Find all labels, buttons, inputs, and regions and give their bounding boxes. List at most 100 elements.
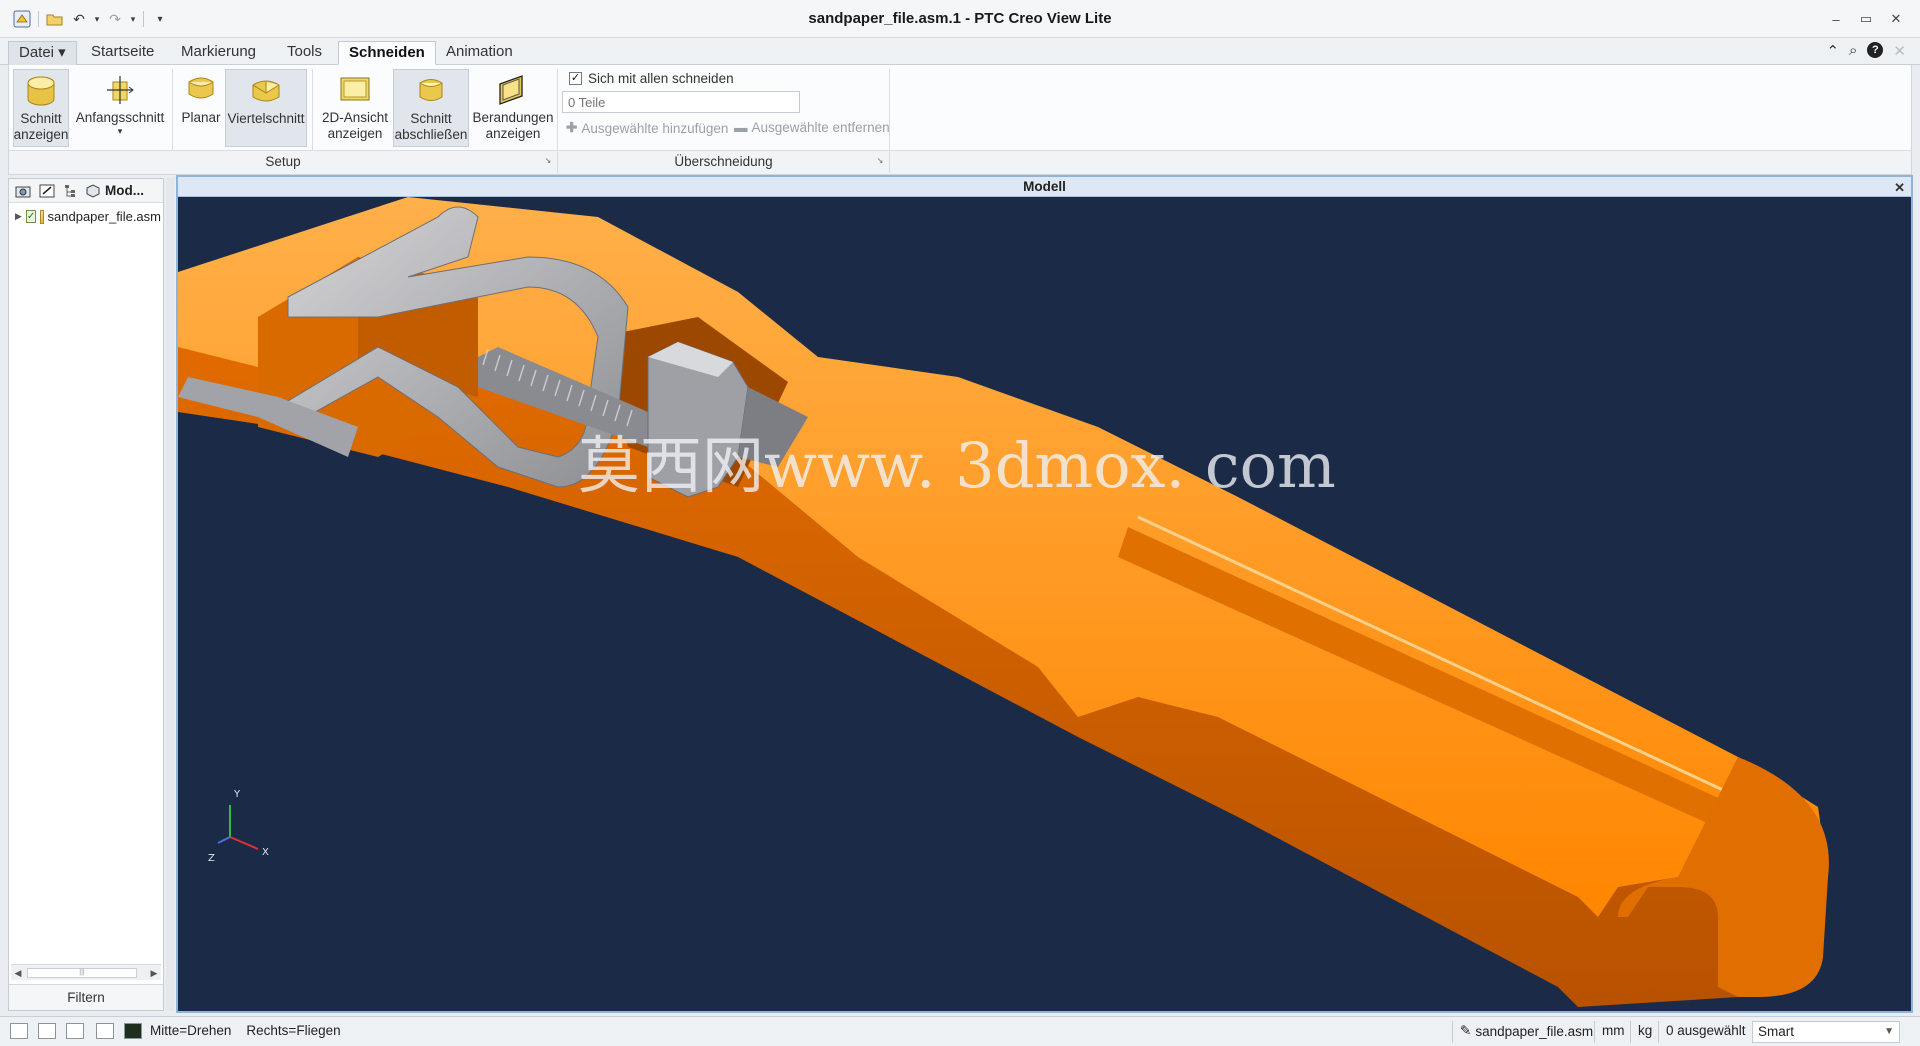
viewport-title: Modell bbox=[1023, 179, 1066, 194]
split-view-icon[interactable] bbox=[38, 1023, 56, 1039]
selection-filter-dropdown[interactable]: Smart ▼ bbox=[1752, 1021, 1900, 1043]
window-title: sandpaper_file.asm.1 - PTC Creo View Lit… bbox=[808, 10, 1112, 27]
3d-scene[interactable]: Y X Z 莫西网www. 3dmox. com bbox=[178, 197, 1911, 1011]
watermark: 莫西网www. 3dmox. com bbox=[578, 429, 1336, 502]
tree-item-root[interactable]: ▶ ✓ sandpaper_file.asm bbox=[15, 209, 161, 224]
chevron-down-icon: ▼ bbox=[1884, 1026, 1894, 1037]
axis-label-z: Z bbox=[208, 853, 215, 864]
quarter-cut-icon bbox=[249, 73, 283, 109]
separator bbox=[1452, 1021, 1453, 1043]
intersect-all-checkbox[interactable]: ✓ bbox=[569, 71, 582, 85]
search-icon[interactable]: ⌕ bbox=[1849, 42, 1857, 60]
show-cut-icon bbox=[24, 73, 58, 109]
tab-file[interactable]: Datei ▾ bbox=[8, 41, 77, 65]
minimize-icon[interactable]: – bbox=[1824, 8, 1848, 30]
close-icon[interactable]: ✕ bbox=[1884, 8, 1908, 30]
remove-selected-button[interactable]: ▬ Ausgewählte entfernen bbox=[734, 120, 890, 135]
viewport-icon[interactable] bbox=[96, 1023, 114, 1039]
show-2d-view-button[interactable]: 2D-Ansicht anzeigen bbox=[317, 69, 393, 147]
markup-icon[interactable] bbox=[37, 182, 57, 200]
tree-item-label: sandpaper_file.asm bbox=[47, 209, 161, 224]
setup-group-label: Setup ↘ bbox=[9, 150, 557, 174]
show-cut-button[interactable]: Schnitt anzeigen bbox=[13, 69, 69, 147]
edit-icon: ✎ bbox=[1460, 1023, 1472, 1038]
visibility-checkbox[interactable]: ✓ bbox=[25, 210, 37, 223]
close-icon[interactable]: ✕ bbox=[1893, 42, 1906, 60]
ribbon: Schnitt anzeigen Anfangsschnitt ▾ Planar… bbox=[8, 65, 1912, 175]
add-selected-button[interactable]: ✚ Ausgewählte hinzufügen bbox=[566, 120, 728, 136]
model-tree-toolbar: Mod... bbox=[9, 179, 163, 203]
help-icon[interactable]: ? bbox=[1867, 42, 1884, 58]
window-controls: – ▭ ✕ bbox=[1824, 8, 1908, 30]
mouse-hint: Mitte=Drehen Rechts=Fliegen bbox=[150, 1023, 341, 1038]
tab-markup[interactable]: Markierung bbox=[171, 41, 266, 65]
tab-tools[interactable]: Tools bbox=[277, 41, 332, 65]
2d-view-icon bbox=[338, 72, 372, 108]
collapse-ribbon-icon[interactable]: ⌃ bbox=[1826, 42, 1839, 60]
parts-input[interactable] bbox=[562, 91, 800, 113]
axis-label-y: Y bbox=[233, 789, 241, 800]
dialog-launcher-icon[interactable]: ↘ bbox=[543, 156, 553, 166]
structure-tree-icon[interactable] bbox=[61, 182, 81, 200]
separator bbox=[1594, 1021, 1595, 1043]
layout-icon[interactable] bbox=[10, 1023, 28, 1039]
status-file: ✎ sandpaper_file.asm bbox=[1460, 1023, 1593, 1039]
model-viewport[interactable]: Modell ✕ Y X Z 莫西网www. 3dmox. com bbox=[176, 175, 1913, 1013]
show-2d-view-label: 2D-Ansicht bbox=[321, 110, 389, 125]
horizontal-split-icon[interactable] bbox=[66, 1023, 84, 1039]
cap-cut-label: Schnitt bbox=[410, 111, 452, 126]
intersection-group-label: Überschneidung ↘ bbox=[558, 150, 889, 174]
viewport-header: Modell ✕ bbox=[178, 177, 1911, 197]
length-unit[interactable]: mm bbox=[1602, 1023, 1625, 1038]
status-file-label: sandpaper_file.asm bbox=[1475, 1023, 1594, 1039]
status-bar: Mitte=Drehen Rechts=Fliegen ✎ sandpaper_… bbox=[0, 1016, 1920, 1046]
model-tree-panel: Mod... ▶ ✓ sandpaper_file.asm ◀ ||| ▶ Fi… bbox=[8, 178, 164, 1011]
add-selected-label: Ausgewählte hinzufügen bbox=[581, 120, 729, 136]
expand-triangle-icon[interactable]: ▶ bbox=[15, 211, 22, 222]
axis-label-x: X bbox=[262, 847, 269, 858]
camera-icon[interactable] bbox=[13, 182, 33, 200]
tab-animation[interactable]: Animation bbox=[436, 41, 523, 65]
scroll-left-icon[interactable]: ◀ bbox=[11, 966, 25, 980]
show-edges-button[interactable]: Berandungen anzeigen bbox=[471, 69, 555, 147]
planar-cut-button[interactable]: Planar bbox=[177, 69, 225, 147]
console-icon[interactable] bbox=[124, 1023, 142, 1039]
model-render: Y X Z 莫西网www. 3dmox. com bbox=[178, 197, 1911, 1011]
ribbon-empty-area bbox=[890, 150, 1911, 174]
quarter-cut-button[interactable]: Viertelschnitt bbox=[225, 69, 307, 147]
remove-selected-label: Ausgewählte entfernen bbox=[751, 120, 890, 135]
intersect-all-label: Sich mit allen schneiden bbox=[588, 70, 734, 86]
tab-home[interactable]: Startseite bbox=[81, 41, 164, 65]
cap-cut-icon bbox=[414, 73, 448, 109]
start-cut-label: Anfangsschnitt bbox=[75, 110, 165, 125]
intersect-all-option[interactable]: ✓ Sich mit allen schneiden bbox=[569, 68, 734, 88]
mass-unit[interactable]: kg bbox=[1638, 1023, 1652, 1038]
quarter-cut-label: Viertelschnitt bbox=[227, 111, 305, 126]
show-cut-label: Schnitt bbox=[20, 111, 62, 126]
close-icon[interactable]: ✕ bbox=[1894, 178, 1905, 197]
selection-filter-value: Smart bbox=[1758, 1024, 1795, 1039]
filter-button[interactable]: Filtern bbox=[9, 984, 163, 1010]
plus-icon: ✚ bbox=[566, 120, 578, 135]
show-2d-view-label-2: anzeigen bbox=[327, 126, 383, 141]
show-edges-label: Berandungen bbox=[472, 110, 554, 125]
panel-splitter[interactable] bbox=[166, 178, 174, 1011]
dialog-launcher-icon[interactable]: ↘ bbox=[875, 156, 885, 166]
start-cut-button[interactable]: Anfangsschnitt ▾ bbox=[73, 69, 167, 147]
horizontal-scrollbar[interactable]: ◀ ||| ▶ bbox=[11, 964, 161, 980]
scroll-thumb[interactable]: ||| bbox=[27, 968, 137, 978]
separator bbox=[1630, 1021, 1631, 1043]
help-controls: ⌃ ⌕ ? ✕ bbox=[1826, 42, 1906, 60]
cap-cut-button[interactable]: Schnitt abschließen bbox=[393, 69, 469, 147]
ribbon-tabs: Datei ▾ Startseite Markierung Tools Schn… bbox=[0, 38, 1920, 65]
cap-cut-label-2: abschließen bbox=[394, 127, 468, 142]
show-edges-icon bbox=[496, 72, 530, 108]
intersection-group-title: Überschneidung bbox=[674, 154, 773, 169]
tab-section[interactable]: Schneiden bbox=[338, 41, 436, 65]
maximize-icon[interactable]: ▭ bbox=[1854, 8, 1878, 30]
start-cut-dropdown-icon[interactable]: ▾ bbox=[118, 126, 123, 136]
scroll-right-icon[interactable]: ▶ bbox=[147, 966, 161, 980]
model-tab[interactable]: Mod... bbox=[85, 183, 144, 198]
show-edges-label-2: anzeigen bbox=[485, 126, 541, 141]
show-cut-label-2: anzeigen bbox=[13, 127, 69, 142]
